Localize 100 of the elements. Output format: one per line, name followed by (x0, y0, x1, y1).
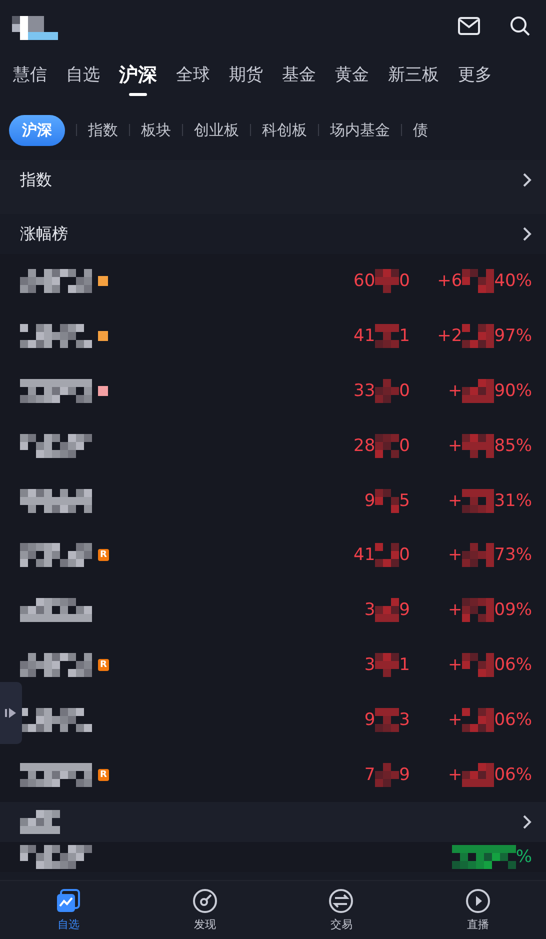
pixelated-digits (375, 488, 400, 513)
price-text: 3 (399, 710, 410, 730)
side-drawer-handle[interactable] (0, 682, 22, 744)
pixelated-digits (462, 269, 494, 294)
market-tab[interactable]: 慧信 (13, 55, 47, 97)
gauge-icon (192, 888, 218, 914)
price-text: 5 (399, 490, 410, 511)
pixelated-digits (375, 708, 400, 732)
market-tab[interactable]: 期货 (229, 55, 263, 97)
pixelated-stock-name (20, 269, 92, 294)
price-text: 41 (354, 326, 376, 346)
price-text: 60 (354, 271, 376, 292)
price-text: 1 (399, 326, 410, 346)
pixelated-digits (462, 652, 494, 677)
chevron-icon[interactable] (522, 172, 532, 188)
price-text: 3 (364, 600, 376, 620)
pixelated-digits (375, 762, 400, 787)
pixelated-digits (452, 844, 516, 869)
market-tab[interactable]: 沪深 (119, 55, 157, 97)
pixelated-digits (375, 434, 400, 458)
pixelated-stock-name (20, 708, 92, 732)
pixelated-digits (462, 324, 494, 348)
exchange-icon (328, 888, 354, 914)
price-text: 0 (399, 545, 410, 566)
expand-icon (5, 707, 17, 719)
change-text: 40% (494, 271, 532, 292)
pixelated-stock-name (20, 844, 92, 869)
category-tab[interactable]: 场内基金 (330, 114, 390, 146)
price-text: 9 (364, 710, 376, 730)
search-icon[interactable] (510, 16, 530, 36)
price-text: 0 (399, 380, 410, 401)
change-text: +6 (437, 271, 462, 292)
nav-tab[interactable]: 交易 (273, 881, 410, 939)
pixelated-stock-name (20, 543, 92, 568)
nav-tab[interactable]: 自选 (0, 881, 136, 939)
pixelated-digits (462, 488, 494, 513)
change-text: 85% (494, 436, 532, 456)
pixelated-digits (375, 543, 400, 568)
market-tab[interactable]: 全球 (176, 55, 210, 97)
category-tab[interactable]: 创业板 (194, 114, 239, 146)
change-text: 09% (494, 600, 532, 620)
market-tab[interactable]: 黄金 (335, 55, 369, 97)
pixelated-digits (462, 543, 494, 568)
change-text: 06% (494, 654, 532, 675)
chevron-icon[interactable] (522, 814, 532, 830)
pixelated-stock-name (20, 598, 92, 622)
market-tab[interactable]: 新三板 (388, 55, 439, 97)
price-text: 0 (399, 271, 410, 292)
section-title: 指数 (20, 170, 52, 190)
category-tab[interactable]: 债 (413, 114, 428, 146)
change-text: 31% (494, 490, 532, 511)
price-text: 1 (399, 654, 410, 675)
pixelated-digits (375, 598, 400, 622)
chart-icon (55, 888, 82, 914)
price-text: 28 (354, 436, 376, 456)
change-text: + (448, 380, 462, 401)
tag-badge: R (98, 549, 109, 562)
tag-badge: R (98, 658, 109, 671)
change-text: 73% (494, 545, 532, 566)
change-text: % (516, 846, 532, 867)
nav-tab[interactable]: 发现 (136, 881, 273, 939)
change-text: 90% (494, 380, 532, 401)
change-text: + (448, 764, 462, 785)
pixelated-digits (462, 598, 494, 622)
category-tab[interactable]: 科创板 (262, 114, 307, 146)
change-text: + (448, 654, 462, 675)
pixelated-stock-name (20, 378, 92, 403)
pixelated-digits (375, 324, 400, 348)
price-text: 9 (399, 764, 410, 785)
tag-badge: R (98, 768, 109, 781)
market-tab[interactable]: 自选 (66, 55, 100, 97)
pixelated-section-title (20, 810, 60, 834)
category-tab[interactable]: 指数 (88, 114, 118, 146)
pixelated-digits (375, 269, 400, 294)
change-text: + (448, 600, 462, 620)
change-text: + (448, 710, 462, 730)
market-tab[interactable]: 更多 (458, 55, 492, 97)
pixelated-stock-name (20, 762, 92, 787)
change-text: +2 (437, 326, 462, 346)
change-text: + (448, 545, 462, 566)
pixelated-stock-name (20, 652, 92, 677)
price-text: 3 (364, 654, 376, 675)
pixelated-digits (462, 378, 494, 403)
change-text: 97% (494, 326, 532, 346)
section-title: 涨幅榜 (20, 224, 68, 244)
price-text: 9 (364, 490, 376, 511)
change-text: + (448, 490, 462, 511)
category-tab[interactable]: 板块 (141, 114, 171, 146)
chevron-icon[interactable] (522, 226, 532, 242)
pixelated-digits (462, 434, 494, 458)
change-text: 06% (494, 710, 532, 730)
price-text: 33 (354, 380, 376, 401)
price-text: 41 (354, 545, 376, 566)
change-text: 06% (494, 764, 532, 785)
pixelated-digits (375, 378, 400, 403)
mail-icon[interactable] (458, 17, 480, 35)
pixelated-digits (462, 762, 494, 787)
market-tab[interactable]: 基金 (282, 55, 316, 97)
nav-tab[interactable]: 直播 (410, 881, 546, 939)
change-text: + (448, 436, 462, 456)
